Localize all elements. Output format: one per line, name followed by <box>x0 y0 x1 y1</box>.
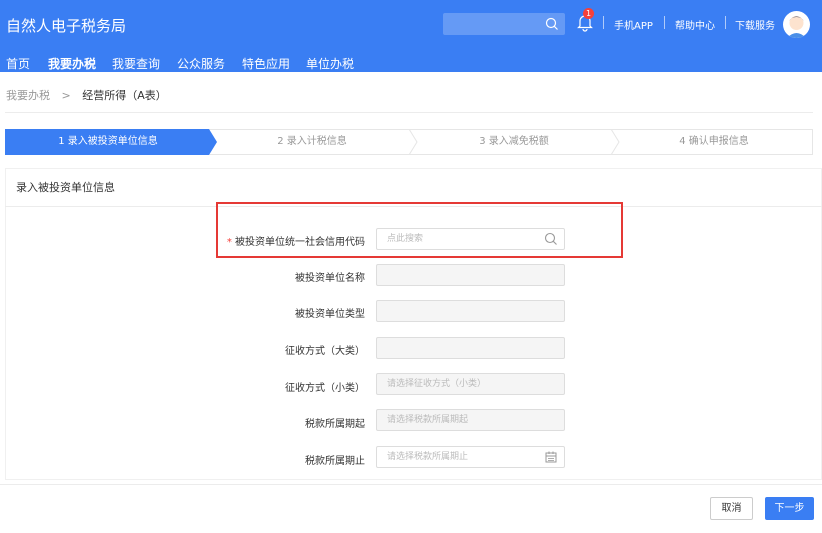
help-center-link[interactable]: 帮助中心 <box>675 17 715 32</box>
calendar-icon[interactable] <box>544 450 558 464</box>
unit-name-field <box>376 264 565 286</box>
step-2: 2 录入计税信息 <box>277 136 347 147</box>
collection-major-label: 征收方式（大类） <box>285 346 365 357</box>
step-3: 3 录入减免税额 <box>479 136 549 147</box>
step-4: 4 确认申报信息 <box>679 136 749 147</box>
unit-type-label: 被投资单位类型 <box>295 309 365 320</box>
notification-badge: 1 <box>583 8 594 19</box>
unit-type-field <box>376 300 565 322</box>
app-title: 自然人电子税务局 <box>6 17 127 35</box>
highlight-box <box>216 202 623 258</box>
divider <box>664 16 665 29</box>
divider <box>5 112 813 113</box>
header-search-box[interactable] <box>443 13 565 35</box>
download-service-link[interactable]: 下载服务 <box>735 17 775 32</box>
divider <box>725 16 726 29</box>
nav-tax-handling[interactable]: 我要办税 <box>48 55 96 72</box>
period-end-label: 税款所属期止 <box>305 456 365 467</box>
nav-query[interactable]: 我要查询 <box>112 55 160 72</box>
step-indicator: 1 录入被投资单位信息 2 录入计税信息 3 录入减免税额 4 确认申报信息 <box>5 129 813 155</box>
search-icon[interactable] <box>545 17 559 31</box>
breadcrumb: 我要办税 > 经营所得（A表） <box>6 87 167 103</box>
breadcrumb-parent[interactable]: 我要办税 <box>6 89 50 102</box>
cancel-button[interactable]: 取消 <box>710 497 753 520</box>
period-start-label: 税款所属期起 <box>305 419 365 430</box>
collection-minor-select[interactable]: 请选择征收方式（小类） <box>376 373 565 395</box>
period-start-field[interactable]: 请选择税款所属期起 <box>376 409 565 431</box>
avatar-icon <box>783 11 810 38</box>
mobile-app-link[interactable]: 手机APP <box>614 17 653 32</box>
breadcrumb-separator: > <box>61 89 71 102</box>
section-title: 录入被投资单位信息 <box>16 181 115 194</box>
user-avatar[interactable] <box>783 11 810 38</box>
period-end-date-input[interactable]: 请选择税款所属期止 <box>376 446 565 468</box>
nav-home[interactable]: 首页 <box>6 55 30 72</box>
nav-public-service[interactable]: 公众服务 <box>177 55 225 72</box>
unit-name-label: 被投资单位名称 <box>295 273 365 284</box>
nav-unit-tax[interactable]: 单位办税 <box>306 55 354 72</box>
divider <box>0 484 822 485</box>
top-header: 自然人电子税务局 1 手机APP 帮助中心 下载服务 首页 我要办税 我要查询 … <box>0 0 822 72</box>
step-1: 1 录入被投资单位信息 <box>58 136 158 147</box>
breadcrumb-current: 经营所得（A表） <box>82 89 167 102</box>
collection-minor-label: 征收方式（小类） <box>285 383 365 394</box>
nav-featured-apps[interactable]: 特色应用 <box>242 55 290 72</box>
divider <box>603 16 604 29</box>
next-step-button[interactable]: 下一步 <box>765 497 814 520</box>
collection-major-field <box>376 337 565 359</box>
